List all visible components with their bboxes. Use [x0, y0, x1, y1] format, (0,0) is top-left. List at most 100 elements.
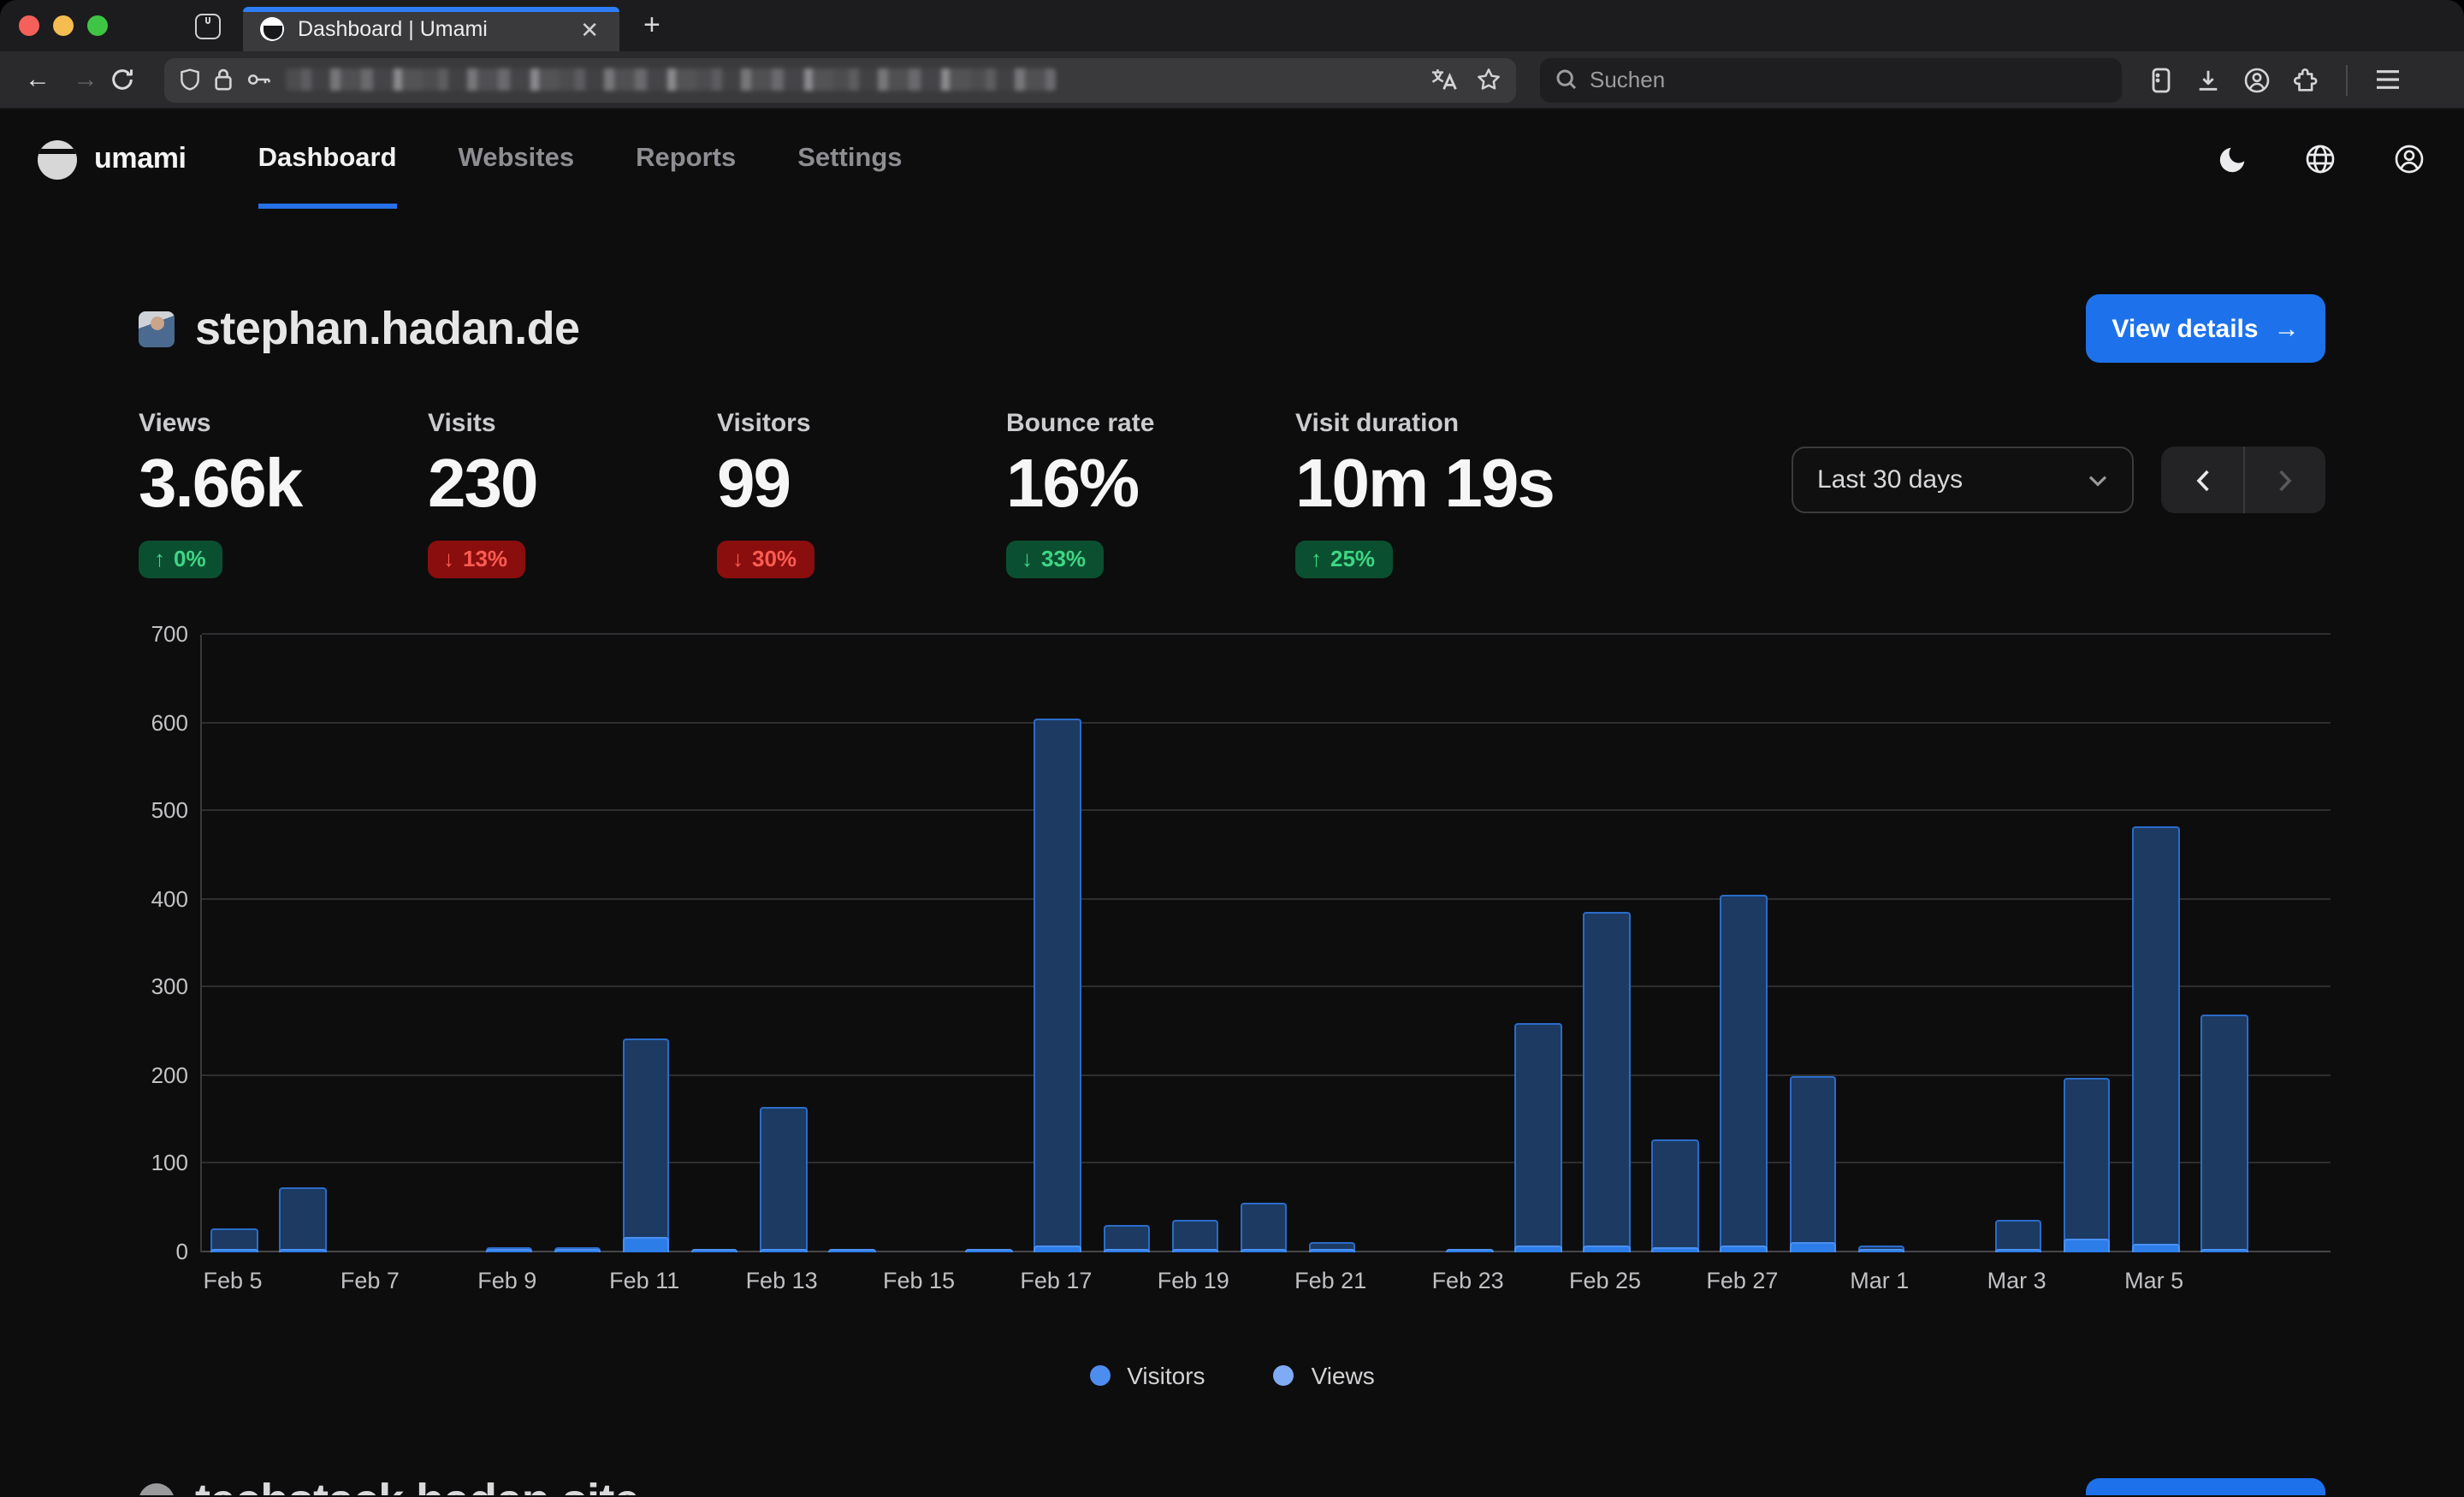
gridline	[202, 809, 2331, 811]
key-icon[interactable]	[245, 67, 272, 92]
site-favicon	[139, 1483, 175, 1495]
menu-icon[interactable]	[2375, 68, 2401, 91]
date-range-select[interactable]: Last 30 days	[1792, 447, 2134, 513]
prev-period-button[interactable]	[2161, 447, 2243, 513]
shield-icon[interactable]	[178, 67, 202, 92]
language-globe-icon[interactable]	[2303, 142, 2337, 176]
translate-icon[interactable]	[1429, 67, 1458, 92]
legend-dot-icon	[1089, 1365, 1110, 1386]
lock-icon[interactable]	[212, 67, 234, 92]
visitors-bar	[1171, 1249, 1218, 1252]
legend-visitors[interactable]: Visitors	[1089, 1362, 1205, 1389]
search-icon	[1555, 68, 1578, 91]
x-tick-label: Feb 11	[609, 1268, 679, 1293]
x-tick-label: Feb 5	[203, 1268, 262, 1293]
visitors-bar	[1857, 1249, 1904, 1252]
views-bar	[2064, 1079, 2111, 1252]
app-header: umami Dashboard Websites Reports Setting…	[0, 109, 2464, 209]
url-bar[interactable]	[164, 57, 1516, 102]
search-bar[interactable]: Suchen	[1540, 57, 2122, 102]
date-range-controls: Last 30 days	[1792, 447, 2325, 513]
obscured-url-text	[286, 68, 1056, 91]
new-tab-button[interactable]: +	[643, 9, 660, 43]
site-title[interactable]: stephan.hadan.de	[195, 302, 580, 355]
views-bar	[280, 1188, 327, 1252]
change-badge: ↑25%	[1295, 541, 1392, 578]
visitors-bar	[280, 1249, 327, 1252]
main-nav: Dashboard Websites Reports Settings	[258, 109, 903, 209]
visitors-bar	[554, 1249, 601, 1252]
arrow-up-icon: ↑	[154, 546, 165, 571]
visitors-bar	[691, 1249, 738, 1252]
visitors-bar	[2200, 1249, 2248, 1252]
visitors-bar	[1241, 1249, 1288, 1252]
x-tick-label: Feb 27	[1706, 1268, 1778, 1293]
x-tick-label: Feb 21	[1294, 1268, 1366, 1293]
x-tick-label: Mar 5	[2124, 1268, 2183, 1293]
y-tick-label: 100	[127, 1151, 188, 1176]
visitors-bar	[1514, 1246, 1561, 1252]
firefox-view-icon[interactable]	[193, 11, 222, 40]
tab-close-icon[interactable]: ✕	[577, 15, 602, 44]
x-tick-label: Feb 15	[883, 1268, 955, 1293]
next-period-button[interactable]	[2243, 447, 2325, 513]
extensions-puzzle-icon[interactable]	[2293, 66, 2319, 93]
views-bar	[1171, 1220, 1218, 1252]
gridline	[202, 986, 2331, 988]
chevron-down-icon	[2088, 473, 2108, 487]
view-details-button[interactable]: View details →	[2086, 294, 2325, 363]
nav-reports[interactable]: Reports	[636, 109, 736, 209]
dashboard-content: stephan.hadan.de View details → Views 3.…	[0, 294, 2464, 1389]
visitors-bar	[1309, 1249, 1356, 1252]
nav-dashboard[interactable]: Dashboard	[258, 109, 397, 209]
chart-plot: 0100200300400500600700	[200, 635, 2331, 1252]
metric-visit-duration: Visit duration 10m 19s ↑25%	[1295, 409, 1584, 578]
view-details-button[interactable]: View details →	[2086, 1478, 2325, 1495]
bookmark-star-icon[interactable]	[1475, 67, 1502, 92]
visitors-bar	[485, 1249, 532, 1252]
x-tick-label: Mar 1	[1850, 1268, 1909, 1293]
tab-bar: Dashboard | Umami ✕ +	[0, 0, 2464, 51]
site-favicon	[139, 311, 175, 346]
x-tick-label: Feb 25	[1569, 1268, 1641, 1293]
tab-title: Dashboard | Umami	[298, 17, 577, 41]
arrow-down-icon: ↓	[443, 546, 454, 571]
y-tick-label: 200	[127, 1062, 188, 1088]
legend-dot-icon	[1274, 1365, 1294, 1386]
x-tick-label: Feb 19	[1158, 1268, 1229, 1293]
minimize-window-button[interactable]	[53, 15, 74, 36]
x-tick-label: Feb 13	[746, 1268, 818, 1293]
metric-bounce-rate: Bounce rate 16% ↓33%	[1006, 409, 1295, 578]
views-bar	[1995, 1220, 2042, 1252]
browser-toolbar: ← → Suchen	[0, 51, 2464, 109]
change-badge: ↑0%	[139, 541, 223, 578]
views-bar	[1034, 719, 1081, 1252]
forward-button[interactable]: →	[62, 65, 110, 94]
back-button[interactable]: ←	[14, 65, 62, 94]
gridline	[202, 1074, 2331, 1076]
arrow-down-icon: ↓	[1022, 546, 1033, 571]
legend-views[interactable]: Views	[1274, 1362, 1375, 1389]
zoom-window-button[interactable]	[87, 15, 108, 36]
views-bar	[1584, 913, 1631, 1252]
y-tick-label: 700	[127, 621, 188, 647]
y-tick-label: 0	[127, 1239, 188, 1264]
theme-moon-icon[interactable]	[2216, 143, 2248, 175]
change-badge: ↓30%	[717, 541, 814, 578]
profile-icon[interactable]	[2392, 142, 2426, 176]
account-icon[interactable]	[2243, 66, 2271, 93]
visitors-bar	[623, 1237, 670, 1252]
arrow-up-icon: ↑	[1311, 546, 1322, 571]
close-window-button[interactable]	[19, 15, 39, 36]
toolbar-separator	[2346, 64, 2348, 95]
download-icon[interactable]	[2195, 66, 2221, 93]
reload-button[interactable]	[110, 67, 154, 92]
metrics-row: Views 3.66k ↑0% Visits 230 ↓13% Visitors…	[139, 409, 2325, 578]
nav-websites[interactable]: Websites	[459, 109, 575, 209]
active-tab[interactable]: Dashboard | Umami ✕	[243, 7, 619, 51]
nav-settings[interactable]: Settings	[797, 109, 902, 209]
visitors-bar	[966, 1249, 1013, 1252]
site-title[interactable]: techstack.hadan.site	[195, 1475, 639, 1495]
gridline	[202, 721, 2331, 723]
password-manager-icon[interactable]	[2149, 66, 2173, 93]
